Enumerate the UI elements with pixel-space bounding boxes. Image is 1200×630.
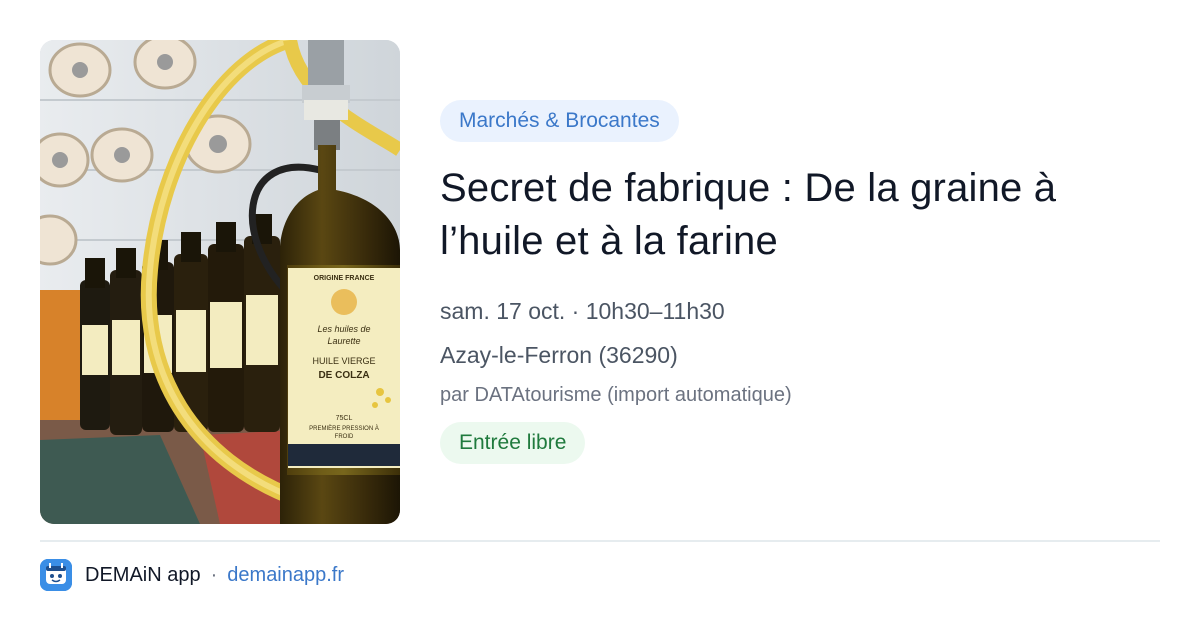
label-press-line1: PREMIÈRE PRESSION À [309, 425, 379, 432]
footer: DEMAiN app · demainapp.fr [40, 558, 344, 592]
event-share-card: ORIGINE FRANCE Les huiles de Laurette HU… [0, 0, 1200, 630]
label-product-line2: DE COLZA [318, 370, 369, 381]
event-title[interactable]: Secret de fabrique : De la graine à l’hu… [440, 162, 1160, 268]
category-badge[interactable]: Marchés & Brocantes [440, 100, 679, 142]
label-brand-line1: Les huiles de [317, 324, 370, 334]
label-origin: ORIGINE FRANCE [314, 275, 375, 282]
event-datetime: sam. 17 oct. · 10h30–11h30 [440, 298, 725, 324]
app-logo-icon [40, 559, 72, 591]
price-badge: Entrée libre [440, 422, 586, 464]
footer-separator: · [210, 563, 218, 586]
label-volume: 75CL [336, 415, 353, 422]
label-product-line1: HUILE VIERGE [312, 356, 375, 366]
label-press-line2: FROID [335, 434, 354, 440]
app-name: DEMAiN app [85, 563, 201, 586]
event-details: Marchés & Brocantes Secret de fabrique :… [440, 100, 1160, 464]
event-location: Azay-le-Ferron (36290) [440, 342, 678, 368]
app-url-link[interactable]: demainapp.fr [227, 564, 344, 587]
event-photo: ORIGINE FRANCE Les huiles de Laurette HU… [40, 40, 400, 524]
event-author: par DATAtourisme (import automatique) [440, 384, 792, 406]
label-brand-line2: Laurette [327, 336, 360, 346]
footer-divider [40, 540, 1160, 542]
